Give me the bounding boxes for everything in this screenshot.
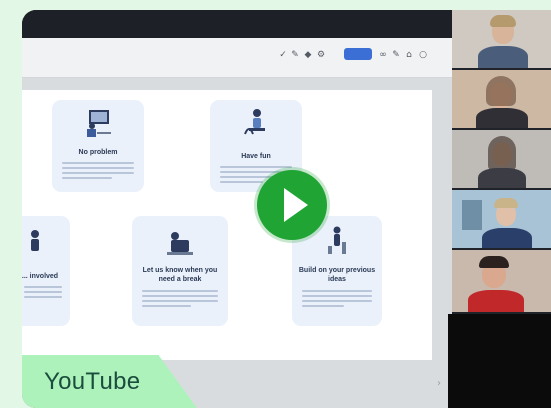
chevron-right-icon[interactable]: ›: [437, 378, 441, 389]
search-icon[interactable]: ○: [418, 50, 428, 60]
link-icon[interactable]: ∞: [378, 50, 388, 60]
youtube-label[interactable]: YouTube: [44, 368, 140, 396]
card-body-text: [302, 290, 372, 310]
person-icon: [31, 230, 39, 251]
play-button[interactable]: [257, 170, 327, 240]
slide-canvas: No problem Have fun ... involved Let us …: [22, 90, 432, 360]
presentation-toolbar: ✓ ✎ ◆ ⚙ ∞ ✎ ⌂ ○: [22, 38, 452, 78]
card-involved: ... involved: [22, 216, 70, 326]
brush-icon[interactable]: ✎: [391, 50, 401, 60]
pen-icon[interactable]: ✎: [290, 50, 300, 60]
card-title: No problem: [78, 149, 118, 156]
participant-tile[interactable]: [452, 10, 551, 70]
card-no-problem: No problem: [52, 100, 144, 192]
person-resting-icon: [167, 232, 193, 255]
card-title: Have fun: [241, 153, 271, 160]
shared-screen: ✓ ✎ ◆ ⚙ ∞ ✎ ⌂ ○ No problem Have fun ... …: [22, 38, 452, 408]
check-icon[interactable]: ✓: [278, 50, 288, 60]
desk-person-icon: [87, 110, 111, 137]
participant-tile[interactable]: [452, 70, 551, 130]
participant-body: [476, 108, 528, 128]
participant-hair: [490, 15, 516, 27]
settings-icon[interactable]: ⚙: [316, 50, 326, 60]
participant-body: [482, 228, 532, 248]
participant-hair: [486, 76, 516, 106]
participant-body: [468, 290, 524, 312]
tag-icon[interactable]: ⌂: [404, 50, 414, 60]
empty-video-tile: [448, 314, 551, 408]
card-body-text: [142, 290, 218, 310]
video-top-bar: [22, 10, 452, 38]
eraser-icon[interactable]: ◆: [303, 50, 313, 60]
background-shelf: [462, 200, 482, 230]
participant-tile[interactable]: [452, 130, 551, 190]
participant-body: [478, 168, 526, 188]
person-sitting-icon: [244, 109, 265, 135]
participant-headset: [479, 256, 509, 268]
card-break: Let us know when you need a break: [132, 216, 228, 326]
share-button[interactable]: [344, 48, 372, 60]
card-title: Build on your previous ideas: [298, 267, 376, 283]
card-body-text: [24, 286, 62, 301]
card-title: ... involved: [22, 273, 59, 280]
card-body-text: [62, 162, 134, 182]
person-building-icon: [328, 226, 346, 254]
participant-hair: [494, 198, 518, 208]
participant-hair: [488, 136, 516, 170]
participant-body: [478, 46, 528, 68]
play-icon: [284, 188, 308, 222]
participant-tile[interactable]: [452, 190, 551, 250]
card-title: Let us know when you need a break: [142, 267, 218, 283]
participant-tile[interactable]: [452, 250, 551, 314]
